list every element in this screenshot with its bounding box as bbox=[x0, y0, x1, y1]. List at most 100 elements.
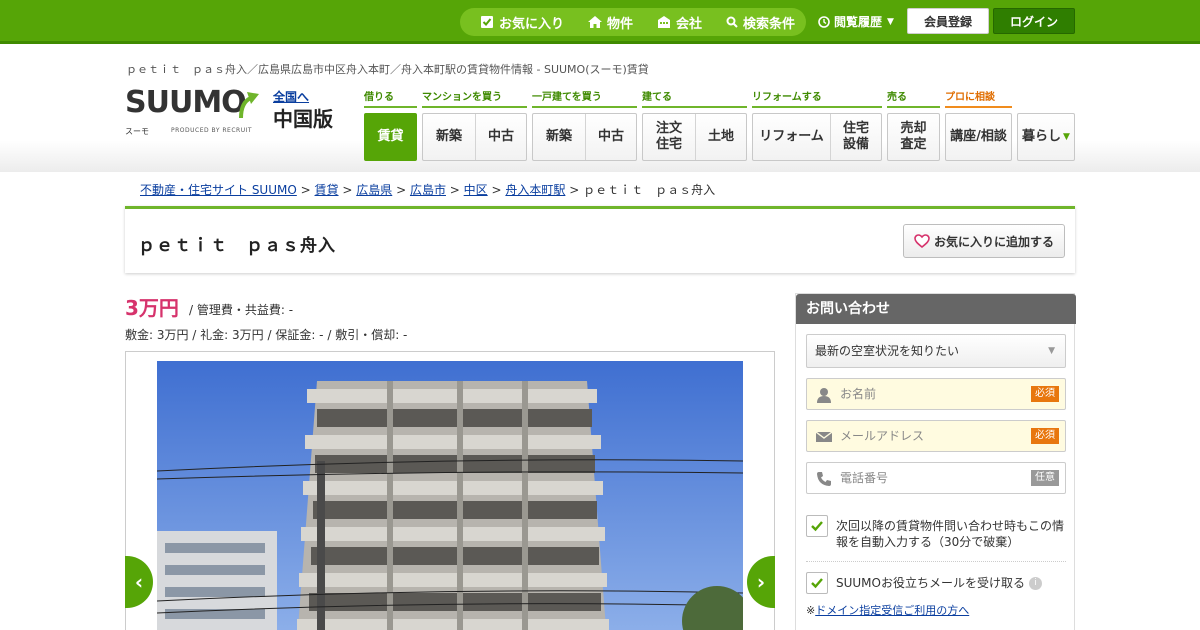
email-placeholder: メールアドレス bbox=[840, 429, 925, 443]
checkmark-icon bbox=[811, 521, 823, 532]
logo-subtext: スーモ bbox=[125, 127, 149, 136]
chevron-left-icon: ‹ bbox=[134, 570, 144, 594]
nav-house-new-button[interactable]: 新築 bbox=[533, 114, 585, 160]
contact-header: お問い合わせ bbox=[796, 294, 1076, 324]
caret-down-icon: ▼ bbox=[1063, 132, 1070, 142]
breadcrumb-separator: > bbox=[569, 183, 584, 197]
building-photo bbox=[157, 361, 743, 630]
history-menu[interactable]: 閲覧履歴 ▼ bbox=[818, 13, 894, 30]
category-build-label: 建てる bbox=[642, 88, 747, 108]
email-field[interactable]: メールアドレス 必須 bbox=[806, 420, 1066, 452]
logo-arrow-icon bbox=[239, 92, 259, 119]
nav-house-used-button[interactable]: 中古 bbox=[585, 114, 636, 160]
category-rent-label: 借りる bbox=[364, 88, 417, 108]
nav-mansion-used-button[interactable]: 中古 bbox=[475, 114, 526, 160]
topnav-property-label: 物件 bbox=[607, 16, 634, 32]
domain-settings-link[interactable]: ドメイン指定受信ご利用の方へ bbox=[815, 604, 969, 617]
topnav-property[interactable]: 物件 bbox=[588, 13, 633, 32]
breadcrumb-separator: > bbox=[491, 183, 506, 197]
house-icon bbox=[588, 16, 603, 28]
breadcrumb-separator: > bbox=[342, 183, 357, 197]
phone-field[interactable]: 電話番号 任意 bbox=[806, 462, 1066, 494]
category-house-label: 一戸建てを買う bbox=[532, 88, 637, 108]
newsletter-label: SUUMOお役立ちメールを受け取る i bbox=[836, 575, 1042, 591]
nav-mansion-new-button[interactable]: 新築 bbox=[423, 114, 475, 160]
mail-icon bbox=[816, 431, 832, 442]
nav-group-sell: 売却 査定 bbox=[887, 113, 940, 161]
search-icon bbox=[726, 16, 738, 28]
breadcrumb-link-suumo[interactable]: 不動産・住宅サイト SUUMO bbox=[140, 183, 297, 197]
nav-rent-button[interactable]: 賃貸 bbox=[365, 114, 416, 160]
nav-group-rent: 賃貸 bbox=[364, 113, 417, 161]
nav-living-label: 暮らし bbox=[1022, 129, 1062, 144]
deposit-details: 敷金: 3万円 / 礼金: 3万円 / 保証金: - / 敷引・償却: - bbox=[125, 328, 408, 342]
breadcrumb-separator: > bbox=[300, 183, 315, 197]
nav-group-mansion: 新築 中古 bbox=[422, 113, 527, 161]
breadcrumb-link-ward[interactable]: 中区 bbox=[464, 183, 488, 197]
breadcrumb-separator: > bbox=[396, 183, 410, 197]
nav-housing-equipment-button[interactable]: 住宅 設備 bbox=[830, 114, 881, 160]
management-fee: / 管理費・共益費: - bbox=[189, 303, 294, 317]
newsletter-label-text: SUUMOお役立ちメールを受け取る bbox=[836, 576, 1025, 590]
name-placeholder: お名前 bbox=[840, 387, 877, 401]
topnav-company-label: 会社 bbox=[676, 16, 703, 32]
autofill-checkbox[interactable] bbox=[806, 515, 828, 537]
checkmark-icon bbox=[811, 578, 823, 589]
phone-icon bbox=[817, 472, 831, 486]
property-photo bbox=[157, 361, 743, 630]
logo-produced: PRODUCED BY RECRUIT bbox=[171, 127, 253, 134]
category-sell-label: 売る bbox=[887, 88, 940, 108]
info-icon[interactable]: i bbox=[1028, 577, 1042, 590]
category-consult-label: プロに相談 bbox=[945, 88, 1012, 108]
top-nav: お気に入り 物件 会社 検索条件 bbox=[460, 8, 806, 36]
name-field[interactable]: お名前 必須 bbox=[806, 378, 1066, 410]
inquiry-type-select[interactable]: 最新の空室状況を知りたい ▼ bbox=[806, 334, 1066, 368]
topnav-search-conditions[interactable]: 検索条件 bbox=[726, 13, 795, 32]
breadcrumb-separator: > bbox=[449, 183, 464, 197]
breadcrumb-link-city[interactable]: 広島市 bbox=[410, 183, 446, 197]
property-title-box: ｐｅｔｉｔ ｐａｓ舟入 お気に入りに追加する bbox=[125, 206, 1075, 273]
breadcrumb-link-prefecture[interactable]: 広島県 bbox=[356, 183, 392, 197]
required-badge: 必須 bbox=[1031, 386, 1059, 402]
person-icon bbox=[817, 388, 831, 403]
add-favorite-button[interactable]: お気に入りに追加する bbox=[903, 224, 1065, 258]
inquiry-type-value: 最新の空室状況を知りたい bbox=[815, 344, 960, 358]
contact-panel: お問い合わせ 最新の空室状況を知りたい ▼ お名前 必須 メールアドレス 必須 … bbox=[795, 293, 1076, 630]
topnav-company[interactable]: 会社 bbox=[657, 13, 702, 32]
breadcrumb-link-station[interactable]: 舟入本町駅 bbox=[505, 183, 565, 197]
newsletter-checkbox[interactable] bbox=[806, 572, 828, 594]
topnav-favorites[interactable]: お気に入り bbox=[480, 13, 564, 32]
nav-seminar-consult-button[interactable]: 講座/相談 bbox=[946, 114, 1011, 160]
nav-custom-house-button[interactable]: 注文 住宅 bbox=[643, 114, 695, 160]
suumo-logo[interactable]: SUUMO スーモ PRODUCED BY RECRUIT bbox=[125, 88, 265, 136]
building-icon bbox=[658, 16, 671, 28]
clock-icon bbox=[818, 15, 830, 28]
divider bbox=[806, 561, 1066, 562]
caret-down-icon: ▼ bbox=[887, 16, 894, 27]
nav-group-house: 新築 中古 bbox=[532, 113, 637, 161]
nav-living-button[interactable]: 暮らし ▼ bbox=[1018, 114, 1074, 160]
page-description: ｐｅｔｉｔ ｐａｓ舟入／広島県広島市中区舟入本町／舟入本町駅の賃貸物件情報 - … bbox=[126, 63, 649, 76]
caret-down-icon: ▼ bbox=[1048, 346, 1055, 356]
chevron-right-icon: › bbox=[756, 570, 766, 594]
optional-badge: 任意 bbox=[1031, 470, 1059, 486]
autofill-label: 次回以降の賃貸物件問い合わせ時もこの情報を自動入力する（30分で破棄） bbox=[836, 519, 1065, 549]
register-button[interactable]: 会員登録 bbox=[907, 8, 989, 34]
required-badge: 必須 bbox=[1031, 428, 1059, 444]
rent-price: 3万円 bbox=[125, 296, 179, 320]
login-button[interactable]: ログイン bbox=[993, 8, 1075, 34]
breadcrumb: 不動産・住宅サイト SUUMO > 賃貸 > 広島県 > 広島市 > 中区 > … bbox=[140, 181, 715, 198]
property-title: ｐｅｔｉｔ ｐａｓ舟入 bbox=[138, 236, 336, 256]
nav-sale-assessment-button[interactable]: 売却 査定 bbox=[888, 114, 939, 160]
checkbox-icon bbox=[481, 16, 493, 28]
domain-notice: ※ドメイン指定受信ご利用の方へ bbox=[806, 602, 969, 618]
nav-land-button[interactable]: 土地 bbox=[695, 114, 746, 160]
nav-reform-button[interactable]: リフォーム bbox=[753, 114, 830, 160]
breadcrumb-link-rent[interactable]: 賃貸 bbox=[315, 183, 339, 197]
nav-group-build: 注文 住宅 土地 bbox=[642, 113, 747, 161]
topnav-search-conditions-label: 検索条件 bbox=[743, 16, 796, 32]
phone-placeholder: 電話番号 bbox=[840, 471, 889, 485]
breadcrumb-current: ｐｅｔｉｔ ｐａｓ舟入 bbox=[583, 183, 716, 197]
add-favorite-label: お気に入りに追加する bbox=[933, 234, 1054, 249]
domain-prefix: ※ bbox=[806, 604, 816, 617]
